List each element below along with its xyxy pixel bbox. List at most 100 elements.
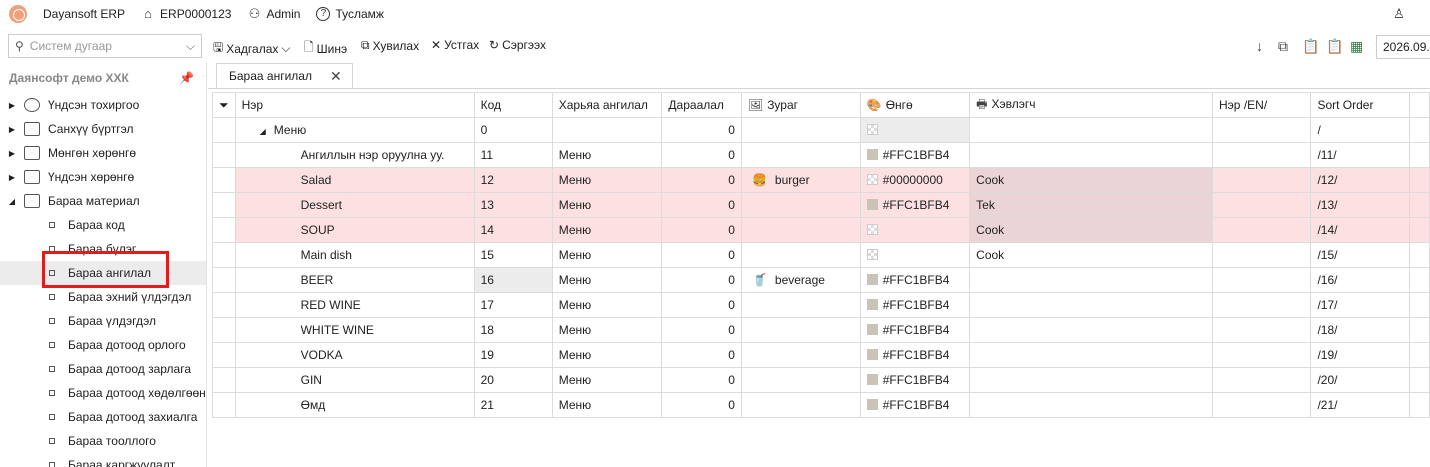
search-box[interactable]: ⚲ Систем дугаар ⌵ [8,34,202,58]
cell-image[interactable] [740,292,861,318]
sidebar-item-fixed-assets[interactable]: ▶ Үндсэн хөрөнгө [0,165,206,189]
filter-cell[interactable]: ⏷ [212,92,236,118]
cell-order[interactable]: 0 [661,342,742,368]
table-row[interactable]: Өмд 21 Меню 0 #FFC1BFB4 /21/ [212,392,1430,418]
refresh-button[interactable]: ↻ Сэргээх [489,38,546,52]
col-header-extra[interactable] [1409,92,1430,118]
table-row[interactable]: Salad 12 Меню 0 🍔 burger #00000000 Cook /… [212,167,1430,193]
cell-color[interactable]: #FFC1BFB4 [859,367,971,393]
cell-printer[interactable] [969,392,1214,418]
cell-printer[interactable] [969,117,1214,143]
cell-sort-order[interactable]: /20/ [1310,367,1411,393]
cell-parent[interactable] [551,117,663,143]
cell-name-en[interactable] [1212,167,1312,193]
clipboard-icon[interactable]: 📋 [1302,38,1319,55]
chevron-down-icon[interactable]: ⌵ [186,39,195,54]
cell-extra[interactable] [1409,317,1430,343]
cell-printer[interactable] [969,267,1214,293]
cell-extra[interactable] [1409,267,1430,293]
table-row[interactable]: Dessert 13 Меню 0 #FFC1BFB4 Tek /13/ [212,192,1430,218]
table-row[interactable]: WHITE WINE 18 Меню 0 #FFC1BFB4 /18/ [212,317,1430,343]
cell-color[interactable] [859,117,971,143]
cell-color[interactable]: #FFC1BFB4 [859,392,971,418]
cell-order[interactable]: 0 [661,242,742,268]
filter-icon[interactable]: ⏷ [219,98,229,112]
cell-code[interactable]: 15 [473,242,553,268]
cell-sort-order[interactable]: /11/ [1310,142,1411,168]
cell-parent[interactable]: Меню [551,342,663,368]
cell-printer[interactable]: Tek [969,192,1214,218]
cell-name[interactable]: SOUP [234,217,475,243]
sidebar-leaf-other[interactable]: Бараа каргжуулалт [0,453,206,467]
cell-color[interactable]: #00000000 [859,167,971,193]
copy-button[interactable]: ⧉ Хувилах [361,38,419,53]
cell-sort-order[interactable]: /16/ [1310,267,1411,293]
cell-color[interactable]: #FFC1BFB4 [859,317,971,343]
cell-image[interactable]: 🥤 beverage [740,267,861,293]
col-header-color[interactable]: 🎨 Өнгө [859,92,971,118]
cell-name[interactable]: ◢ Меню [234,117,475,143]
cell-extra[interactable] [1409,167,1430,193]
excel-icon[interactable]: ▦ [1350,38,1363,55]
cell-sort-order[interactable]: /12/ [1310,167,1411,193]
sidebar-item-settings[interactable]: ▶ Үндсэн тохиргоо [0,93,206,117]
expand-arrow-icon[interactable]: ▶ [6,125,18,134]
cell-sort-order[interactable]: /18/ [1310,317,1411,343]
cell-code[interactable]: 21 [473,392,553,418]
cell-order[interactable]: 0 [661,192,742,218]
cell-image[interactable] [740,217,861,243]
cell-extra[interactable] [1409,192,1430,218]
cell-color[interactable]: #FFC1BFB4 [859,142,971,168]
cell-extra[interactable] [1409,392,1430,418]
cell-parent[interactable]: Меню [551,267,663,293]
cell-parent[interactable]: Меню [551,392,663,418]
sidebar-item-cash[interactable]: ▶ Мөнгөн хөрөнгө [0,141,206,165]
cell-sort-order[interactable]: /19/ [1310,342,1411,368]
cell-extra[interactable] [1409,242,1430,268]
table-row[interactable]: VODKA 19 Меню 0 #FFC1BFB4 /19/ [212,342,1430,368]
expand-arrow-icon[interactable]: ▶ [6,101,18,110]
cell-parent[interactable]: Меню [551,317,663,343]
sidebar-leaf-internal-issue[interactable]: Бараа дотоод зарлага [0,357,206,381]
cell-printer[interactable]: Cook [969,167,1214,193]
cell-extra[interactable] [1409,142,1430,168]
cell-extra[interactable] [1409,342,1430,368]
cell-code[interactable]: 18 [473,317,553,343]
cell-name[interactable]: BEER [234,267,475,293]
table-row[interactable]: ◢ Меню 0 0 / [212,117,1430,143]
date-field[interactable]: 2026.09.0 [1376,35,1430,59]
cell-order[interactable]: 0 [661,142,742,168]
cell-printer[interactable] [969,142,1214,168]
table-row[interactable]: SOUP 14 Меню 0 Cook /14/ [212,217,1430,243]
tree-collapse-icon[interactable]: ◢ [260,127,266,136]
cell-name[interactable]: Main dish [234,242,475,268]
cell-printer[interactable] [969,342,1214,368]
cell-order[interactable]: 0 [661,267,742,293]
cell-name[interactable]: GIN [234,367,475,393]
cell-image[interactable] [740,142,861,168]
cell-name[interactable]: Salad [234,167,475,193]
cell-printer[interactable]: Cook [969,242,1214,268]
col-header-name[interactable]: Нэр [234,92,475,118]
sidebar-leaf-internal-receipt[interactable]: Бараа дотоод орлого [0,333,206,357]
paste-icon[interactable]: 📋 [1326,38,1343,55]
cell-code[interactable]: 11 [473,142,553,168]
cell-order[interactable]: 0 [661,392,742,418]
sidebar-leaf-opening-balance[interactable]: Бараа эхний үлдэгдэл [0,285,206,309]
account-settings-icon[interactable]: ♙ [1392,7,1406,21]
cell-name-en[interactable] [1212,292,1312,318]
cell-code[interactable]: 20 [473,367,553,393]
cell-parent[interactable]: Меню [551,217,663,243]
table-row[interactable]: BEER 16 Меню 0 🥤 beverage #FFC1BFB4 /16/ [212,267,1430,293]
cell-name-en[interactable] [1212,117,1312,143]
cell-name-en[interactable] [1212,142,1312,168]
cell-extra[interactable] [1409,367,1430,393]
col-header-printer[interactable]: 🖶 Хэвлэгч [969,92,1214,118]
table-row[interactable]: Ангиллын нэр оруулна уу. 11 Меню 0 #FFC1… [212,142,1430,168]
cell-sort-order[interactable]: /13/ [1310,192,1411,218]
cell-extra[interactable] [1409,292,1430,318]
cell-name[interactable]: Dessert [234,192,475,218]
cell-code[interactable]: 13 [473,192,553,218]
cell-image[interactable] [740,117,861,143]
sidebar-leaf-balance[interactable]: Бараа үлдэгдэл [0,309,206,333]
